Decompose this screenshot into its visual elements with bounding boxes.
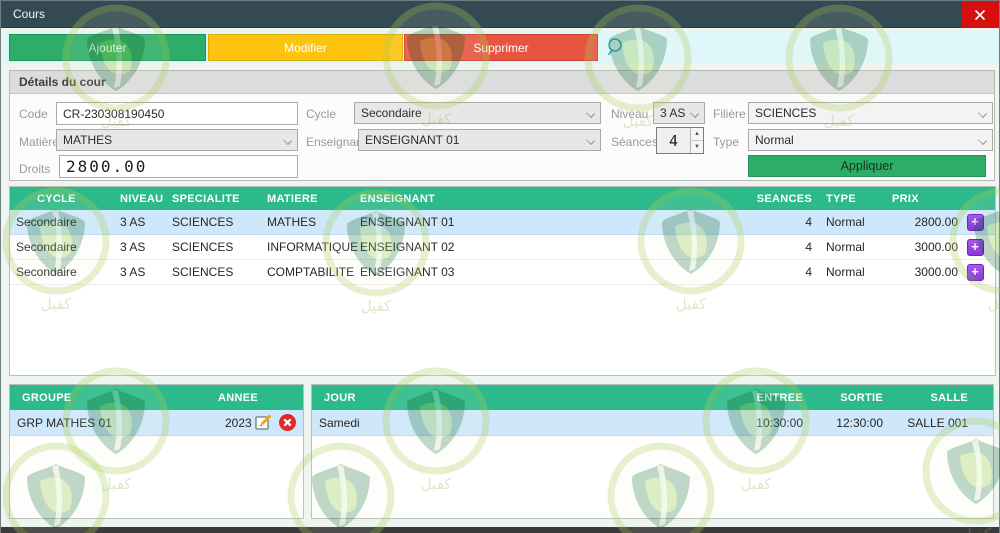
type-select[interactable]: Normal — [748, 129, 993, 151]
col-groupe[interactable]: GROUPE — [10, 392, 203, 404]
spin-up-icon[interactable]: ▲ — [691, 128, 703, 141]
table-row[interactable]: Secondaire 3 AS SCIENCES MATHES ENSEIGNA… — [10, 210, 995, 235]
col-enseignant[interactable]: ENSEIGNANT — [360, 193, 590, 205]
add-session-button[interactable]: + — [966, 263, 984, 281]
col-niveau[interactable]: NIVEAU — [120, 193, 172, 205]
courses-table-header: CYCLE NIVEAU SPECIALITE MATIERE ENSEIGNA… — [10, 187, 995, 210]
seances-label: Séances — [611, 135, 658, 149]
niveau-label: Niveau — [611, 107, 649, 121]
title-bar: Cours — [1, 1, 999, 28]
table-row[interactable]: Secondaire 3 AS SCIENCES INFORMATIQUE EN… — [10, 235, 995, 260]
apply-button[interactable]: Appliquer — [748, 155, 986, 177]
edit-pencil-icon — [255, 414, 272, 430]
col-seances[interactable]: SEANCES — [590, 193, 816, 205]
droits-input[interactable] — [59, 155, 298, 178]
filiere-select[interactable]: SCIENCES — [748, 102, 993, 124]
chevron-down-icon — [978, 136, 987, 145]
col-entree[interactable]: ENTREE — [708, 392, 803, 404]
toolbar: Ajouter Modifier Supprimer — [3, 31, 999, 64]
col-cycle[interactable]: CYCLE — [10, 193, 120, 205]
filiere-label: Filière — [713, 107, 746, 121]
cycle-select[interactable]: Secondaire — [354, 102, 601, 124]
droits-label: Droits — [19, 162, 51, 176]
niveau-select[interactable]: 3 AS — [653, 102, 705, 124]
col-matiere[interactable]: MATIERE — [267, 193, 360, 205]
col-type[interactable]: TYPE — [816, 193, 878, 205]
search-icon — [607, 38, 622, 56]
enseignant-select[interactable]: ENSEIGNANT 01 — [358, 129, 601, 151]
add-session-button[interactable]: + — [966, 213, 984, 231]
spin-down-icon[interactable]: ▼ — [691, 141, 703, 153]
col-jour[interactable]: JOUR — [312, 392, 708, 404]
matiere-select[interactable]: MATHES — [56, 129, 298, 151]
chevron-down-icon — [978, 109, 987, 118]
type-label: Type — [713, 135, 740, 149]
delete-button[interactable]: Supprimer — [404, 34, 598, 61]
schedule-table-header: JOUR ENTREE SORTIE SALLE — [312, 385, 993, 410]
seances-stepper[interactable]: 4 ▲ ▼ — [656, 127, 704, 154]
edit-group-button[interactable] — [254, 413, 273, 432]
cycle-label: Cycle — [306, 107, 337, 121]
col-annee[interactable]: ANNEE — [203, 392, 303, 404]
group-row[interactable]: GRP MATHES 01 2023 — [10, 410, 303, 436]
groups-table-header: GROUPE ANNEE — [10, 385, 303, 410]
code-input[interactable] — [56, 102, 298, 125]
courses-table: CYCLE NIVEAU SPECIALITE MATIERE ENSEIGNA… — [9, 186, 996, 376]
chevron-down-icon — [283, 136, 292, 145]
edit-button[interactable]: Modifier — [208, 34, 403, 61]
add-session-button[interactable]: + — [966, 238, 984, 256]
schedule-row[interactable]: Samedi 10:30:00 12:30:00 SALLE 001 — [312, 410, 993, 436]
close-button[interactable] — [961, 1, 999, 28]
groups-table: GROUPE ANNEE GRP MATHES 01 2023 — [9, 384, 304, 519]
window-title: Cours — [13, 7, 46, 21]
window-bottom-edge — [1, 527, 999, 533]
code-label: Code — [19, 107, 48, 121]
chevron-down-icon — [586, 109, 595, 118]
matiere-label: Matière — [19, 135, 60, 149]
add-button[interactable]: Ajouter — [9, 34, 206, 61]
schedule-table: JOUR ENTREE SORTIE SALLE Samedi 10:30:00… — [311, 384, 994, 519]
seances-value: 4 — [668, 131, 679, 150]
col-specialite[interactable]: SPECIALITE — [172, 193, 267, 205]
delete-group-button[interactable] — [278, 413, 297, 432]
details-title: Détails du cour — [19, 75, 106, 89]
chevron-down-icon — [586, 136, 595, 145]
table-row[interactable]: Secondaire 3 AS SCIENCES COMPTABILITE EN… — [10, 260, 995, 285]
search-button[interactable] — [606, 37, 626, 57]
col-salle[interactable]: SALLE — [883, 392, 993, 404]
col-sortie[interactable]: SORTIE — [803, 392, 883, 404]
app-window: Cours Ajouter Modifier Supprimer Détails… — [0, 0, 1000, 533]
chevron-down-icon — [690, 109, 699, 118]
close-icon — [974, 9, 986, 20]
col-prix[interactable]: PRIX — [878, 193, 958, 205]
details-groupbox-header: Détails du cour — [10, 71, 994, 94]
delete-circle-x-icon — [279, 414, 296, 431]
